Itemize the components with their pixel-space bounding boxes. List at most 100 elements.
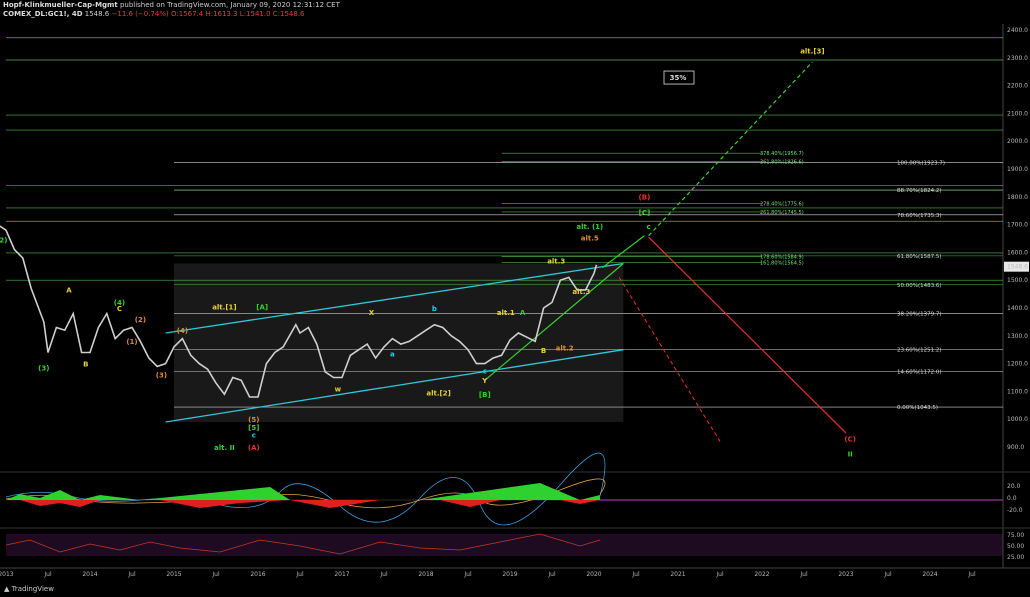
y-tick-label: 2200.0	[1007, 83, 1028, 90]
rsi-tick-label: 50.00	[1007, 543, 1024, 550]
x-tick-label: Jul	[631, 571, 640, 578]
wave-label: (4)	[177, 327, 188, 335]
x-tick-label: 2016	[250, 571, 265, 578]
wave-label: alt.5	[581, 235, 599, 243]
x-tick-label: 2024	[922, 571, 937, 578]
x-tick-label: 2015	[166, 571, 181, 578]
wave-label: B	[541, 347, 546, 355]
wave-label: C	[117, 305, 122, 313]
x-tick-label: Jul	[295, 571, 304, 578]
wave-label: alt.[1]	[212, 303, 236, 311]
fib-level-label: 78.60%(1735.3)	[897, 213, 942, 219]
x-tick-label: 2021	[670, 571, 685, 578]
x-tick-label: 2023	[838, 571, 853, 578]
wave-label: 35%	[670, 74, 687, 82]
wave-label: II	[848, 451, 853, 459]
x-tick-label: Jul	[211, 571, 220, 578]
projection-down-arrow	[648, 236, 847, 434]
fib-extension-label: 261.80%(1745.5)	[760, 210, 804, 216]
wave-label: Y	[481, 377, 488, 385]
tradingview-logo-icon: ▲	[4, 585, 10, 593]
wave-label: alt.[3]	[800, 48, 824, 56]
wave-label: (3)	[38, 365, 49, 373]
wave-label: [B]	[479, 391, 491, 399]
x-tick-label: Jul	[463, 571, 472, 578]
x-tick-label: Jul	[715, 571, 724, 578]
wave-label: A	[66, 287, 72, 295]
wave-label: c	[483, 367, 487, 375]
macd-tick-label: 20.0	[1007, 483, 1021, 490]
wave-label: alt.[2]	[426, 390, 450, 398]
wave-label: B	[83, 360, 88, 368]
fib-extension-label: 278.40%(1775.6)	[760, 202, 804, 208]
wave-label: alt.2	[556, 344, 574, 352]
wave-label: (2)	[0, 237, 7, 245]
wave-label: alt.3	[547, 258, 565, 266]
macd-tick-label: 0.0	[1007, 495, 1017, 502]
macd-histogram-up	[6, 483, 600, 500]
fib-level-label: 14.60%(1172.0)	[897, 369, 942, 375]
wave-label: c	[252, 431, 256, 439]
x-tick-label: 2019	[502, 571, 517, 578]
wave-label: (A)	[248, 444, 260, 452]
y-tick-label: 1400.0	[1007, 305, 1028, 312]
y-tick-label: 2100.0	[1007, 110, 1028, 117]
y-tick-label: 1200.0	[1007, 361, 1028, 368]
rsi-tick-label: 25.00	[1007, 554, 1024, 561]
fib-level-label: 23.60%(1251.2)	[897, 347, 942, 353]
x-tick-label: Jul	[43, 571, 52, 578]
x-tick-label: Jul	[967, 571, 976, 578]
wave-label: a	[390, 351, 395, 359]
wave-label: [C]	[639, 209, 651, 217]
x-tick-label: Jul	[883, 571, 892, 578]
wave-label: c	[647, 223, 651, 231]
fib-extension-label: 361.80%(1926.6)	[760, 160, 804, 166]
x-tick-label: Jul	[127, 571, 136, 578]
wave-label: (3)	[156, 372, 167, 380]
rsi-band	[6, 534, 1003, 556]
fib-extension-label: 378.40%(1956.7)	[760, 151, 804, 157]
wave-label: alt.3	[572, 288, 590, 296]
projection-alt-down-arrow	[618, 277, 721, 442]
x-tick-label: Jul	[547, 571, 556, 578]
wave-label: X	[369, 309, 375, 317]
wave-label: w	[335, 385, 342, 393]
y-tick-label: 1900.0	[1007, 166, 1028, 173]
wave-label: alt. (1)	[576, 223, 603, 231]
footer-brand[interactable]: ▲ TradingView	[4, 585, 54, 593]
y-tick-label: 2000.0	[1007, 138, 1028, 145]
y-tick-label: 1500.0	[1007, 277, 1028, 284]
wave-label: alt. II	[214, 444, 235, 452]
y-tick-label: 1300.0	[1007, 333, 1028, 340]
fib-level-label: 50.00%(1483.6)	[897, 283, 942, 289]
rsi-tick-label: 75.00	[1007, 532, 1024, 539]
wave-label: (C)	[844, 435, 856, 443]
y-tick-label: 1100.0	[1007, 388, 1028, 395]
y-tick-label: 1700.0	[1007, 222, 1028, 229]
fib-level-label: 88.70%(1824.2)	[897, 188, 942, 194]
y-tick-label: 1800.0	[1007, 194, 1028, 201]
fib-level-label: 38.20%(1379.7)	[897, 312, 942, 318]
x-tick-label: 2020	[586, 571, 601, 578]
y-tick-label: 1000.0	[1007, 416, 1028, 423]
y-tick-label: 1600.0	[1007, 249, 1028, 256]
price-chart[interactable]: 2400.0 2300.0 2200.0 2100.0 2000.0 1900.0 1800…	[0, 0, 1030, 597]
macd-tick-label: -20.0	[1007, 507, 1023, 514]
wave-label: A	[520, 309, 526, 317]
wave-label: (B)	[639, 194, 651, 202]
projection-up-arrow	[602, 235, 645, 269]
fib-extension-label: 161.80%(1564.5)	[760, 260, 804, 266]
fib-level-label: 100.00%(1923.7)	[897, 160, 945, 166]
y-tick-label: 900.0	[1007, 444, 1024, 451]
y-tick-label: 2400.0	[1007, 27, 1028, 34]
x-tick-label: 2013	[0, 571, 14, 578]
x-tick-label: Jul	[799, 571, 808, 578]
wave-label: [A]	[256, 303, 268, 311]
wave-label: b	[432, 305, 437, 313]
wave-label: (1)	[126, 338, 137, 346]
footer-brand-label: TradingView	[11, 585, 54, 593]
x-tick-label: Jul	[379, 571, 388, 578]
x-tick-label: 2017	[334, 571, 349, 578]
wave-label: (2)	[135, 316, 146, 324]
last-price-label: 1548.6	[1007, 264, 1028, 271]
